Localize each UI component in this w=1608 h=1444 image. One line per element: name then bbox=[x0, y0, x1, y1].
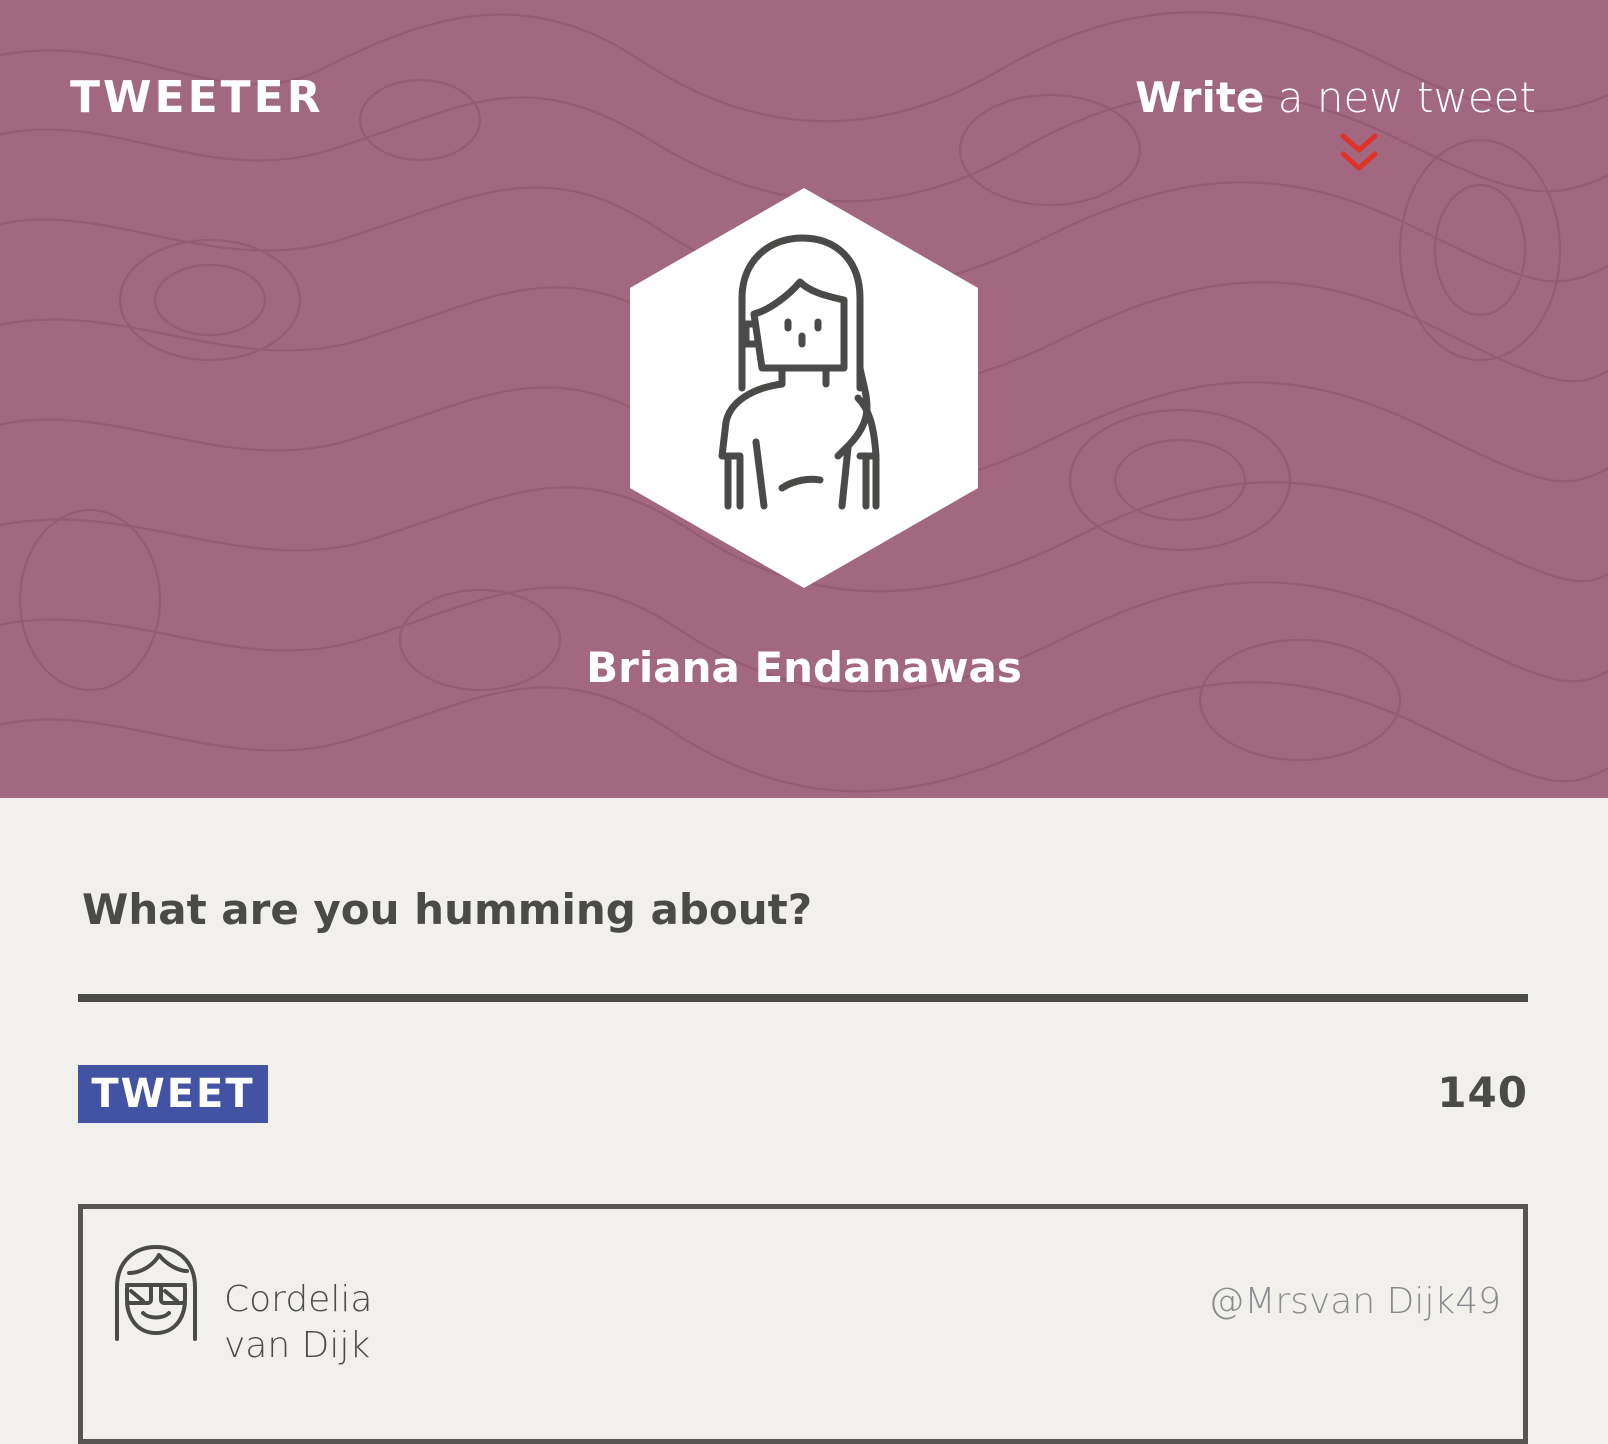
compose-underline bbox=[78, 994, 1528, 1002]
sunglasses-avatar-icon bbox=[115, 1245, 197, 1341]
tweet-author-last-name: van Dijk bbox=[224, 1325, 371, 1366]
woman-avatar-icon bbox=[630, 188, 978, 588]
write-link-emphasis: Write bbox=[1135, 73, 1265, 122]
tweet-author-name: Cordelia van Dijk bbox=[224, 1277, 444, 1369]
tweet-card: Cordelia van Dijk @Mrsvan Dijk49 bbox=[78, 1204, 1528, 1444]
write-new-tweet-link[interactable]: Write a new tweet bbox=[1135, 70, 1536, 126]
tweet-author-handle[interactable]: @Mrsvan Dijk49 bbox=[1208, 1279, 1501, 1325]
tweet-submit-button[interactable]: TWEET bbox=[78, 1065, 268, 1123]
tweet-author-first-name: Cordelia bbox=[224, 1279, 373, 1320]
character-counter: 140 bbox=[1437, 1068, 1528, 1117]
profile-name: Briana Endanawas bbox=[586, 643, 1022, 692]
profile-header: TWEETER Write a new tweet Briana Endanaw… bbox=[0, 0, 1608, 798]
brand-logo[interactable]: TWEETER bbox=[70, 68, 324, 128]
double-chevron-down-icon[interactable] bbox=[1339, 132, 1379, 174]
write-link-rest: a new tweet bbox=[1264, 73, 1536, 122]
tweet-compose-input[interactable] bbox=[80, 880, 1528, 940]
